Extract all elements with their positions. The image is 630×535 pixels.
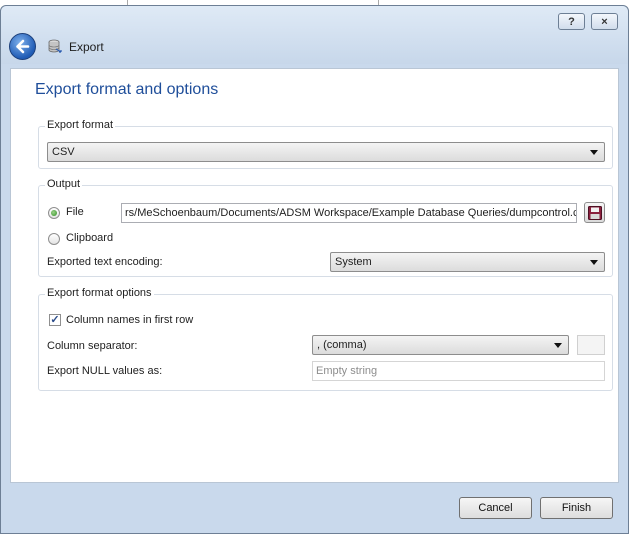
export-format-value: CSV xyxy=(52,146,75,158)
export-dialog: ? × Export Export format and options Exp… xyxy=(0,5,629,534)
close-button[interactable]: × xyxy=(591,13,618,30)
file-path-input[interactable]: rs/MeSchoenbaum/Documents/ADSM Workspace… xyxy=(121,203,577,223)
encoding-label: Exported text encoding: xyxy=(47,256,163,268)
output-legend: Output xyxy=(45,178,83,190)
finish-button[interactable]: Finish xyxy=(540,497,613,519)
export-options-legend: Export format options xyxy=(45,287,154,299)
separator-label: Column separator: xyxy=(47,340,138,352)
button-bar: Cancel Finish xyxy=(10,489,619,529)
file-radio[interactable] xyxy=(48,207,60,219)
cancel-button[interactable]: Cancel xyxy=(459,497,532,519)
separator-value: , (comma) xyxy=(317,339,367,351)
page-title: Export format and options xyxy=(35,81,219,98)
export-options-group: Export format options ✓ Column names in … xyxy=(38,287,613,391)
encoding-value: System xyxy=(335,256,372,268)
checkmark-icon: ✓ xyxy=(50,314,60,326)
export-format-group: Export format CSV xyxy=(38,119,613,169)
output-group: Output File rs/MeSchoenbaum/Documents/AD… xyxy=(38,178,613,277)
custom-separator-input[interactable] xyxy=(577,335,605,355)
clipboard-label: Clipboard xyxy=(66,232,114,244)
column-names-checkbox[interactable]: ✓ xyxy=(49,314,61,326)
title-bar: ? × Export xyxy=(1,6,628,64)
dialog-content: Export format and options Export format … xyxy=(10,68,619,483)
clipboard-radio[interactable] xyxy=(48,233,60,245)
chevron-down-icon xyxy=(554,343,562,348)
close-icon: × xyxy=(601,15,608,28)
back-arrow-icon xyxy=(16,39,30,54)
column-names-label: Column names in first row xyxy=(66,314,194,326)
file-label: File xyxy=(66,206,84,218)
export-format-legend: Export format xyxy=(45,119,116,131)
encoding-select[interactable]: System xyxy=(330,252,605,272)
chevron-down-icon xyxy=(590,150,598,155)
separator-select[interactable]: , (comma) xyxy=(312,335,569,355)
null-values-label: Export NULL values as: xyxy=(47,365,163,377)
export-format-select[interactable]: CSV xyxy=(47,142,605,162)
back-button[interactable] xyxy=(9,33,36,60)
save-file-button[interactable] xyxy=(584,202,605,223)
database-export-icon xyxy=(48,39,62,53)
null-values-input[interactable]: Empty string xyxy=(312,361,605,381)
floppy-disk-icon xyxy=(587,205,602,220)
chevron-down-icon xyxy=(590,260,598,265)
window-title: Export xyxy=(69,40,104,54)
help-button[interactable]: ? xyxy=(558,13,585,30)
help-icon: ? xyxy=(568,15,575,28)
